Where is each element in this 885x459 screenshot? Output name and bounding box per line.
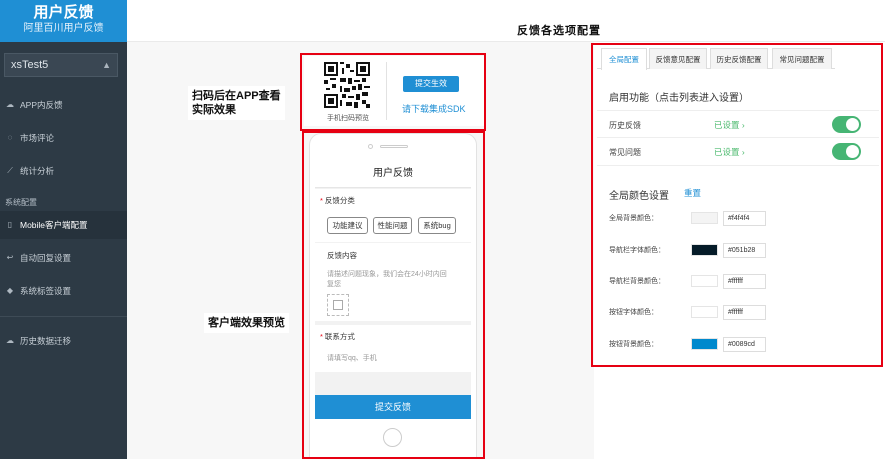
brand-header: 用户反馈 阿里百川用户反馈 xyxy=(0,0,127,42)
sidebar-item-label: Mobile客户端配置 xyxy=(20,220,88,230)
sidebar-item-history-migration[interactable]: ☁ 历史数据迁移 xyxy=(0,327,127,355)
app-selector-value: xsTest5 xyxy=(11,59,49,71)
app-root: 用户反馈 阿里百川用户反馈 xsTest5 ▲ ☁ APP内反馈 ◌ 市场评论 … xyxy=(0,0,885,459)
sidebar-item-label: 市场评论 xyxy=(20,133,55,143)
sidebar-item-mobile-config[interactable]: ▯ Mobile客户端配置 xyxy=(0,211,127,239)
sidebar-item-market-reviews[interactable]: ◌ 市场评论 xyxy=(0,124,127,152)
sidebar-item-label: 历史数据迁移 xyxy=(20,336,72,346)
app-selector[interactable]: xsTest5 ▲ xyxy=(4,53,118,77)
cloud-icon: ☁ xyxy=(6,100,14,109)
sidebar-item-label: 系统标签设置 xyxy=(20,286,72,296)
sidebar-item-app-feedback[interactable]: ☁ APP内反馈 xyxy=(0,91,127,119)
sidebar: 用户反馈 阿里百川用户反馈 xsTest5 ▲ ☁ APP内反馈 ◌ 市场评论 … xyxy=(0,0,127,459)
brand-title: 用户反馈 xyxy=(33,4,94,21)
config-highlight-box xyxy=(591,43,883,367)
sidebar-item-auto-reply[interactable]: ↩ 自动回复设置 xyxy=(0,244,127,272)
sidebar-item-label: 自动回复设置 xyxy=(20,253,72,263)
mobile-icon: ▯ xyxy=(7,220,13,229)
page-title: 反馈各选项配置 xyxy=(517,25,601,37)
tag-icon: ◆ xyxy=(6,286,14,295)
sidebar-item-statistics[interactable]: ⟋ 统计分析 xyxy=(0,157,127,185)
cloud-upload-icon: ☁ xyxy=(6,336,14,345)
reply-icon: ↩ xyxy=(6,253,14,262)
scan-annotation: 扫码后在APP查看 实际效果 xyxy=(188,86,285,120)
comment-icon: ◌ xyxy=(7,133,13,142)
qr-highlight-box xyxy=(300,53,486,131)
sidebar-item-label: APP内反馈 xyxy=(20,100,63,110)
scan-annotation-line1: 扫码后在APP查看 xyxy=(192,90,281,102)
top-header xyxy=(127,0,885,42)
sidebar-item-label: 统计分析 xyxy=(20,166,55,176)
brand-subtitle: 阿里百川用户反馈 xyxy=(23,23,104,34)
preview-highlight-box xyxy=(302,131,485,459)
sidebar-item-system-tags[interactable]: ◆ 系统标签设置 xyxy=(0,277,127,305)
sidebar-section-label: 系统配置 xyxy=(5,198,37,207)
scan-annotation-line2: 实际效果 xyxy=(192,104,236,116)
preview-annotation-text: 客户端效果预览 xyxy=(208,317,285,329)
chart-icon: ⟋ xyxy=(7,166,13,175)
preview-annotation: 客户端效果预览 xyxy=(204,313,289,333)
chevron-down-icon: ▲ xyxy=(102,60,111,70)
sidebar-divider xyxy=(0,316,127,317)
